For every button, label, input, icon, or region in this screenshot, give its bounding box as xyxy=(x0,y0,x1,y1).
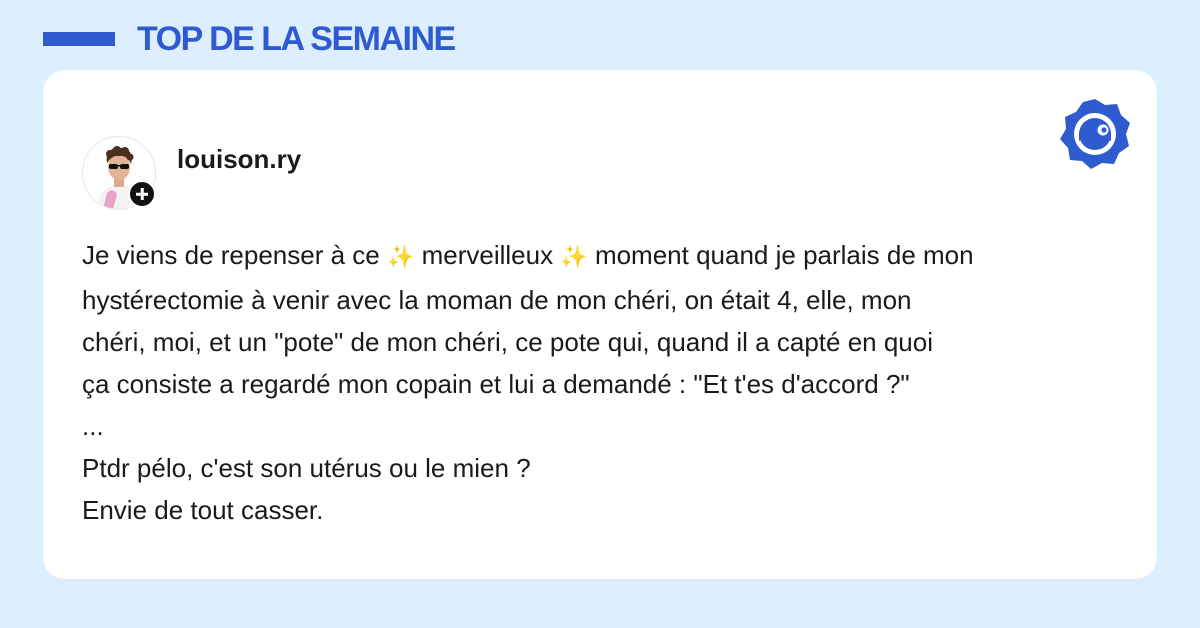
sparkles-icon: ✨ xyxy=(386,245,415,270)
section-title: TOP DE LA SEMAINE xyxy=(137,20,456,58)
post-line: Ptdr pélo, c'est son utérus ou le mien ? xyxy=(82,453,531,483)
post-line: chéri, moi, et un "pote" de mon chéri, c… xyxy=(82,327,933,357)
post-text-segment: merveilleux xyxy=(414,240,561,270)
avatar[interactable] xyxy=(82,136,156,210)
post-line: ... xyxy=(82,411,104,441)
madmoizelle-logo-icon xyxy=(1060,99,1130,169)
section-header: TOP DE LA SEMAINE xyxy=(43,18,456,60)
header-accent-bar xyxy=(43,32,115,46)
post-card: louison.ry Je viens de repenser à ce ✨ m… xyxy=(43,70,1157,579)
post-text-segment: Je viens de repenser à ce xyxy=(82,240,387,270)
username[interactable]: louison.ry xyxy=(177,144,301,174)
post-line: Je viens de repenser à ce ✨ merveilleux … xyxy=(82,234,1142,279)
sparkles-icon: ✨ xyxy=(560,245,588,270)
post-line: ça consiste a regardé mon copain et lui … xyxy=(82,369,910,399)
post-line: hystérectomie à venir avec la moman de m… xyxy=(82,285,912,315)
post-text-segment: moment quand je parlais de mon xyxy=(587,240,974,270)
post-line: Envie de tout casser. xyxy=(82,495,324,525)
post-body: Je viens de repenser à ce ✨ merveilleux … xyxy=(82,234,1142,531)
follow-plus-icon[interactable] xyxy=(128,180,156,208)
